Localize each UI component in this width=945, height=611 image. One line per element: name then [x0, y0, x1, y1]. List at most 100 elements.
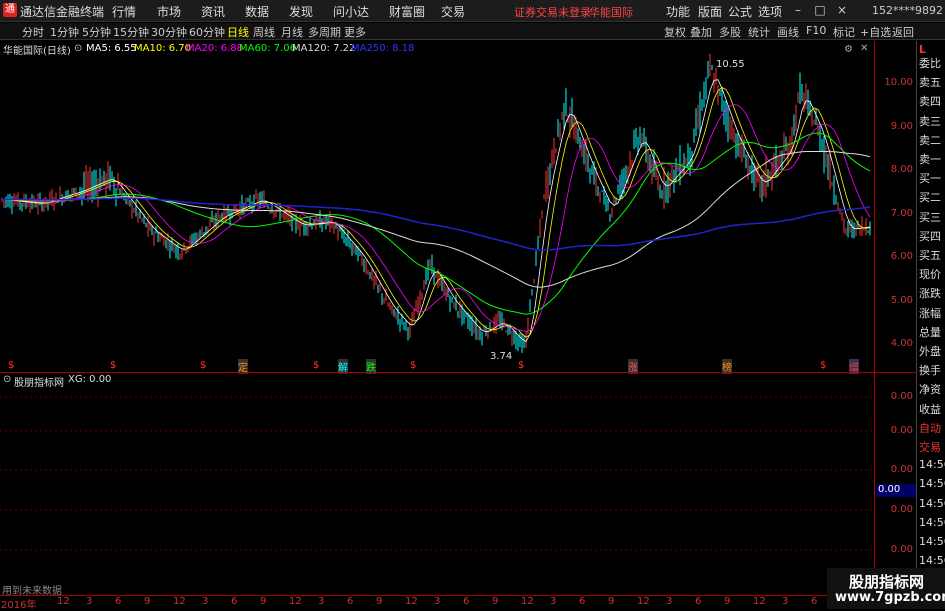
- tab-more[interactable]: 更多: [344, 24, 366, 40]
- ma20-label: MA20: 6.88: [186, 43, 244, 54]
- menu-banmian[interactable]: 版面: [698, 3, 722, 20]
- tab-15min[interactable]: 15分钟: [113, 24, 149, 40]
- indicator-pane[interactable]: ⊙ 股朋指标网 XG: 0.00 用到未来数据: [0, 373, 874, 597]
- btn-f10[interactable]: F10: [806, 24, 826, 37]
- indicator-tick: 0.00: [890, 464, 913, 475]
- time-tick: 3: [666, 596, 673, 607]
- time-tick: 12: [753, 596, 766, 607]
- quote-field: 14:56: [919, 535, 945, 548]
- settings-icon[interactable]: ⚙: [844, 44, 853, 55]
- menu-jiaoyi[interactable]: 交易: [441, 3, 465, 20]
- btn-adjust[interactable]: 复权: [664, 24, 686, 40]
- close-chart-icon[interactable]: ✕: [860, 43, 868, 54]
- time-tick: 3: [550, 596, 557, 607]
- watermark: 股朋指标网 www.7gpzb.com: [827, 568, 945, 609]
- app-name: 通达信金融终端: [20, 5, 105, 19]
- moving-average-line: [2, 132, 871, 315]
- tab-fenshi[interactable]: 分时: [22, 24, 44, 40]
- tab-1min[interactable]: 1分钟: [50, 24, 79, 40]
- time-tick: 12: [405, 596, 418, 607]
- tab-5min[interactable]: 5分钟: [82, 24, 111, 40]
- time-tick: 6: [811, 596, 818, 607]
- low-price-label: 3.74: [490, 351, 513, 362]
- menu-xuanxiang[interactable]: 选项: [758, 3, 782, 20]
- moving-average-line: [2, 150, 871, 288]
- quote-field: 涨幅: [919, 306, 941, 320]
- tab-multi-period[interactable]: 多周期: [308, 24, 341, 40]
- menu-caifuquan[interactable]: 财富圈: [389, 3, 425, 20]
- time-tick: 9: [376, 596, 383, 607]
- indicator-tick: 0.00: [890, 425, 913, 436]
- quote-field: 14:56: [919, 496, 945, 510]
- time-tick: 12: [521, 596, 534, 607]
- quote-field: 涨跌: [919, 287, 941, 301]
- time-tick: 12: [173, 596, 186, 607]
- indicator-tick: 0.00: [890, 544, 913, 555]
- quote-field: 买一: [919, 172, 941, 186]
- quote-field: 买五: [919, 249, 941, 262]
- event-marker[interactable]: $: [200, 360, 206, 371]
- ma10-label: MA10: 6.70: [134, 43, 192, 54]
- restore-icon[interactable]: □: [812, 2, 828, 18]
- title-bar: 通 通达信金融终端 行情 市场 资讯 数据 发现 问小达 财富圈 交易 证券交易…: [0, 0, 945, 22]
- collapse-icon[interactable]: ⊙: [74, 43, 82, 54]
- main-kline-chart[interactable]: 华能国际(日线) ⊙ MA5: 6.55 MA10: 6.70 MA20: 6.…: [0, 41, 874, 374]
- btn-mark[interactable]: 标记: [833, 24, 855, 40]
- quote-field: 现价: [919, 268, 941, 282]
- menu-gongneng[interactable]: 功能: [666, 3, 690, 20]
- event-marker[interactable]: $: [820, 360, 826, 371]
- indicator-canvas[interactable]: [0, 373, 874, 595]
- time-tick: 6: [231, 596, 238, 607]
- tab-monthly[interactable]: 月线: [281, 24, 303, 40]
- ma250-label: MA250: 8.18: [351, 43, 415, 54]
- menu-zixun[interactable]: 资讯: [201, 3, 225, 20]
- btn-draw[interactable]: 画线: [777, 24, 799, 40]
- event-marker[interactable]: $: [8, 360, 14, 371]
- tab-60min[interactable]: 60分钟: [189, 24, 225, 40]
- event-marker[interactable]: $: [410, 360, 416, 371]
- btn-multi-stock[interactable]: 多股: [719, 24, 741, 40]
- quote-field: 交易: [919, 441, 941, 454]
- quote-panel: L 委比 卖五 卖四 卖三 卖二 卖一 买一 买二 买三 买四 买五 现价 涨跌 涨幅 总量 外盘 换手 净资 收益自…: [916, 41, 945, 608]
- quote-field: 收益: [919, 402, 941, 416]
- menu-gongshi[interactable]: 公式: [728, 3, 752, 20]
- tab-daily[interactable]: 日线: [227, 24, 249, 40]
- menu-wenxiaoda[interactable]: 问小达: [333, 3, 369, 20]
- quote-field[interactable]: 自动: [919, 420, 945, 436]
- price-axis: 10.00 9.00 8.00 7.00 6.00 5.00 4.00: [874, 41, 916, 372]
- btn-stats[interactable]: 统计: [748, 24, 770, 40]
- indicator-tick: 0.00: [890, 504, 913, 515]
- minimize-icon[interactable]: –: [790, 2, 806, 18]
- btn-add-watchlist[interactable]: +自选: [860, 24, 891, 40]
- tab-weekly[interactable]: 周线: [253, 24, 275, 40]
- quote-field: 买三: [919, 210, 941, 224]
- menu-hangqing[interactable]: 行情: [112, 3, 136, 20]
- menu-shuju[interactable]: 数据: [245, 3, 269, 20]
- time-tick: 3: [434, 596, 441, 607]
- tab-30min[interactable]: 30分钟: [151, 24, 187, 40]
- time-tick: 3: [318, 596, 325, 607]
- time-tick: 12: [637, 596, 650, 607]
- quote-field: 14:56: [919, 477, 945, 491]
- collapse-icon[interactable]: ⊙: [3, 374, 11, 385]
- btn-back[interactable]: 返回: [892, 24, 914, 40]
- quote-field: 卖二: [919, 133, 941, 147]
- menu-shichang[interactable]: 市场: [157, 3, 181, 20]
- quote-field: 换手: [919, 364, 941, 378]
- kline-canvas[interactable]: [0, 41, 874, 372]
- btn-overlay[interactable]: 叠加: [690, 24, 712, 40]
- menu-faxian[interactable]: 发现: [289, 3, 313, 20]
- trade-login-warning[interactable]: 证券交易未登录: [514, 4, 591, 20]
- time-tick: 9: [260, 596, 267, 607]
- time-tick: 6: [463, 596, 470, 607]
- user-account[interactable]: 152****9892: [872, 4, 943, 17]
- period-toolbar: 分时 1分钟 5分钟 15分钟 30分钟 60分钟 日线 周线 月线 多周期 更…: [0, 23, 945, 40]
- close-icon[interactable]: ×: [834, 2, 850, 18]
- time-tick: 6: [579, 596, 586, 607]
- quote-field: 委比: [919, 57, 941, 70]
- quote-field: 14:56: [919, 458, 945, 472]
- event-marker[interactable]: $: [518, 360, 524, 371]
- event-marker[interactable]: $: [110, 360, 116, 371]
- event-marker[interactable]: $: [313, 360, 319, 371]
- price-tick: 4.00: [890, 338, 913, 349]
